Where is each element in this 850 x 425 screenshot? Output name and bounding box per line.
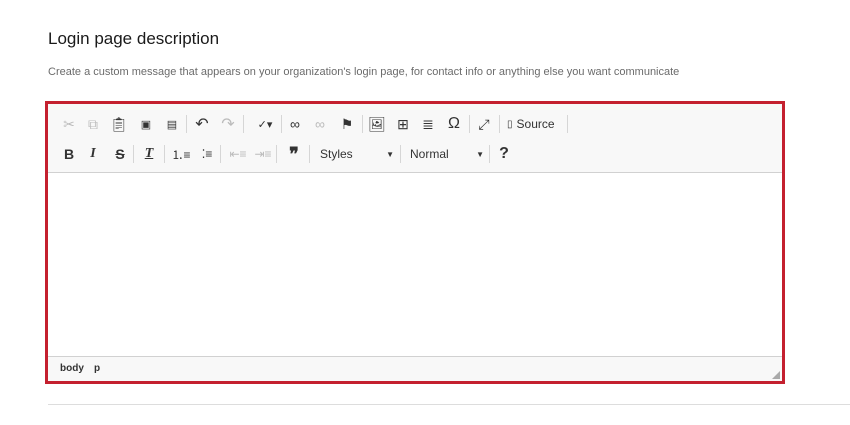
copy-icon[interactable]: ⧉ — [82, 113, 104, 135]
resize-handle[interactable] — [772, 371, 780, 379]
separator — [499, 115, 500, 133]
format-dropdown[interactable]: Normal ▼ — [410, 143, 484, 165]
source-label: Source — [516, 117, 555, 131]
anchor-icon[interactable]: ⚑ — [336, 113, 358, 135]
cut-icon[interactable]: ✂ — [58, 113, 80, 135]
separator — [243, 115, 244, 133]
separator — [133, 145, 134, 163]
indent-icon[interactable]: ⇥≡ — [252, 143, 274, 165]
help-icon[interactable]: ? — [493, 143, 515, 165]
path-body[interactable]: body — [60, 363, 84, 374]
separator — [281, 115, 282, 133]
separator — [276, 145, 277, 163]
editor-statusbar: body p — [48, 356, 782, 381]
unlink-icon[interactable]: ∞ — [309, 113, 331, 135]
redo-icon[interactable]: ↷ — [217, 113, 239, 135]
path-p[interactable]: p — [94, 363, 100, 374]
separator — [362, 115, 363, 133]
maximize-icon[interactable]: ⤢ — [473, 113, 495, 135]
spellcheck-icon[interactable]: ✓▾ — [251, 113, 279, 135]
divider — [48, 404, 850, 405]
bold-icon[interactable]: B — [58, 143, 80, 165]
numbered-list-icon[interactable]: ⒈≡ — [170, 143, 192, 165]
separator — [469, 115, 470, 133]
separator — [489, 145, 490, 163]
separator — [164, 145, 165, 163]
styles-dropdown[interactable]: Styles ▼ — [320, 143, 394, 165]
bulleted-list-icon[interactable]: ⁚≡ — [196, 143, 218, 165]
special-char-icon[interactable]: Ω — [443, 113, 465, 135]
remove-format-icon[interactable]: T — [138, 143, 160, 165]
editor-toolbar: ✂ ⧉ 📋︎ ▣ ▤ ↶ ↷ ✓▾ ∞ ∞ ⚑ 🖼︎ ⊞ ≣ Ω ⤢ ▯ Sou… — [48, 104, 782, 173]
strike-icon[interactable]: S — [109, 143, 131, 165]
italic-icon[interactable]: I — [82, 143, 104, 165]
table-icon[interactable]: ⊞ — [392, 113, 414, 135]
separator — [567, 115, 568, 133]
image-icon[interactable]: 🖼︎ — [366, 113, 388, 135]
link-icon[interactable]: ∞ — [284, 113, 306, 135]
format-value: Normal — [410, 147, 449, 161]
section-description: Create a custom message that appears on … — [48, 66, 680, 78]
horizontal-rule-icon[interactable]: ≣ — [417, 113, 439, 135]
source-button[interactable]: ▯ Source — [507, 113, 555, 135]
outdent-icon[interactable]: ⇤≡ — [227, 143, 249, 165]
separator — [309, 145, 310, 163]
editor-content-area[interactable] — [48, 173, 782, 357]
separator — [400, 145, 401, 163]
paste-text-icon[interactable]: ▣ — [135, 113, 157, 135]
undo-icon[interactable]: ↶ — [191, 113, 213, 135]
chevron-down-icon: ▼ — [386, 149, 394, 159]
styles-value: Styles — [320, 147, 353, 161]
source-icon: ▯ — [507, 118, 513, 130]
blockquote-icon[interactable]: ❞ — [283, 143, 305, 165]
separator — [220, 145, 221, 163]
separator — [186, 115, 187, 133]
paste-word-icon[interactable]: ▤ — [161, 113, 183, 135]
rich-text-editor: ✂ ⧉ 📋︎ ▣ ▤ ↶ ↷ ✓▾ ∞ ∞ ⚑ 🖼︎ ⊞ ≣ Ω ⤢ ▯ Sou… — [45, 101, 785, 384]
paste-icon[interactable]: 📋︎ — [108, 113, 130, 135]
chevron-down-icon: ▼ — [476, 149, 484, 159]
section-title: Login page description — [48, 29, 220, 48]
